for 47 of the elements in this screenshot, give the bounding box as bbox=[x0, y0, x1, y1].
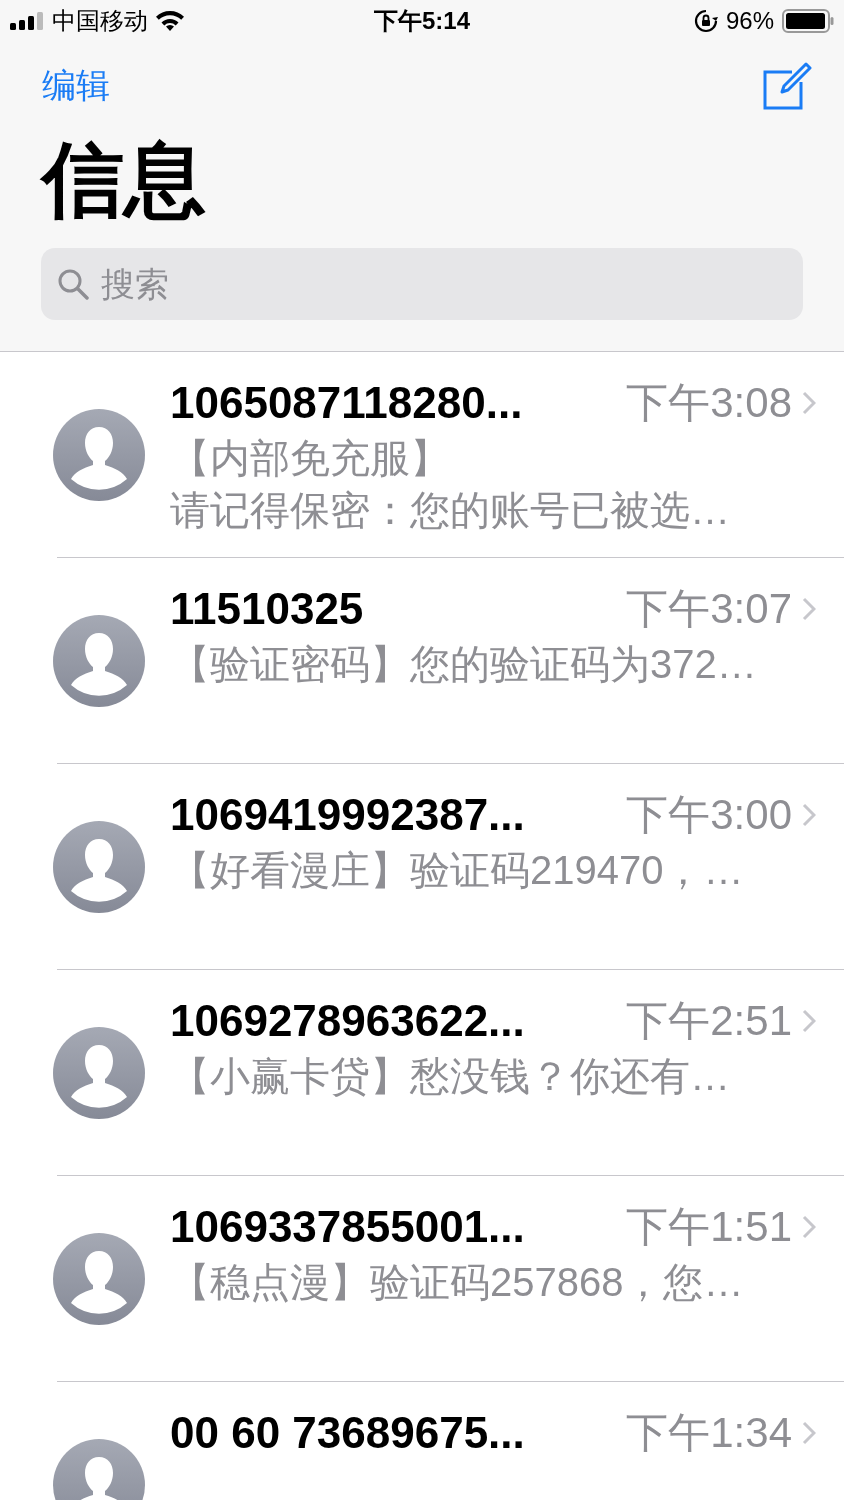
search-icon bbox=[57, 268, 89, 300]
avatar-icon bbox=[53, 1027, 145, 1119]
sender-name: 00 60 73689675... bbox=[170, 1408, 526, 1458]
page-title: 信息 bbox=[42, 133, 207, 227]
compose-icon bbox=[762, 61, 812, 111]
conversation-row[interactable]: 1065087118280... 下午3:08 【内部免充服】 请记得保密：您的账号已被选… bbox=[0, 352, 844, 558]
edit-button[interactable]: 编辑 bbox=[42, 63, 110, 109]
sender-name: 11510325 bbox=[170, 584, 365, 634]
message-preview: 【小赢卡贷】愁没钱？你还有… bbox=[170, 1053, 731, 1100]
message-time: 下午1:34 bbox=[626, 1408, 792, 1458]
message-preview: 【验证密码】您的验证码为372… bbox=[170, 641, 758, 688]
chevron-icon bbox=[802, 391, 816, 415]
signal-icon bbox=[10, 12, 44, 30]
conversation-row[interactable]: 1069337855001... 下午1:51 【稳点漫】验证码257868，您… bbox=[0, 1176, 844, 1382]
wifi-icon bbox=[156, 11, 184, 31]
avatar-icon bbox=[53, 821, 145, 913]
message-preview: 【稳点漫】验证码257868，您… bbox=[170, 1259, 745, 1306]
search-field[interactable]: 搜索 bbox=[41, 248, 803, 320]
conversation-row[interactable]: 11510325 下午3:07 【验证密码】您的验证码为372… bbox=[0, 558, 844, 764]
chevron-icon bbox=[802, 1421, 816, 1445]
conversation-row[interactable]: 1069419992387... 下午3:00 【好看漫庄】验证码219470，… bbox=[0, 764, 844, 970]
chevron-icon bbox=[802, 803, 816, 827]
sender-name: 1065087118280... bbox=[170, 378, 524, 428]
message-time: 下午1:51 bbox=[626, 1202, 792, 1252]
sender-name: 1069337855001... bbox=[170, 1202, 526, 1252]
message-preview: 请记得保密：您的账号已被选… bbox=[170, 487, 731, 534]
carrier-name: 中国移动 bbox=[52, 6, 148, 36]
avatar-icon bbox=[53, 409, 145, 501]
sender-name: 1069419992387... bbox=[170, 790, 526, 840]
message-time: 下午3:00 bbox=[626, 790, 792, 840]
message-time: 下午3:07 bbox=[626, 584, 792, 634]
chevron-icon bbox=[802, 1215, 816, 1239]
conversation-row[interactable]: 1069278963622... 下午2:51 【小赢卡贷】愁没钱？你还有… bbox=[0, 970, 844, 1176]
chevron-icon bbox=[802, 1009, 816, 1033]
rotation-lock-icon bbox=[693, 9, 718, 33]
compose-button[interactable] bbox=[762, 61, 812, 111]
battery-percent: 96% bbox=[725, 7, 774, 35]
avatar-icon bbox=[53, 1233, 145, 1325]
message-time: 下午3:08 bbox=[626, 378, 792, 428]
avatar-icon bbox=[53, 615, 145, 707]
chevron-icon bbox=[802, 597, 816, 621]
clock-time: 下午5:14 bbox=[374, 6, 471, 36]
battery-icon bbox=[782, 9, 834, 33]
message-preview: 【好看漫庄】验证码219470，… bbox=[170, 847, 745, 894]
message-time: 下午2:51 bbox=[626, 996, 792, 1046]
sender-name: 1069278963622... bbox=[170, 996, 526, 1046]
message-preview: 【内部免充服】 bbox=[170, 435, 451, 482]
